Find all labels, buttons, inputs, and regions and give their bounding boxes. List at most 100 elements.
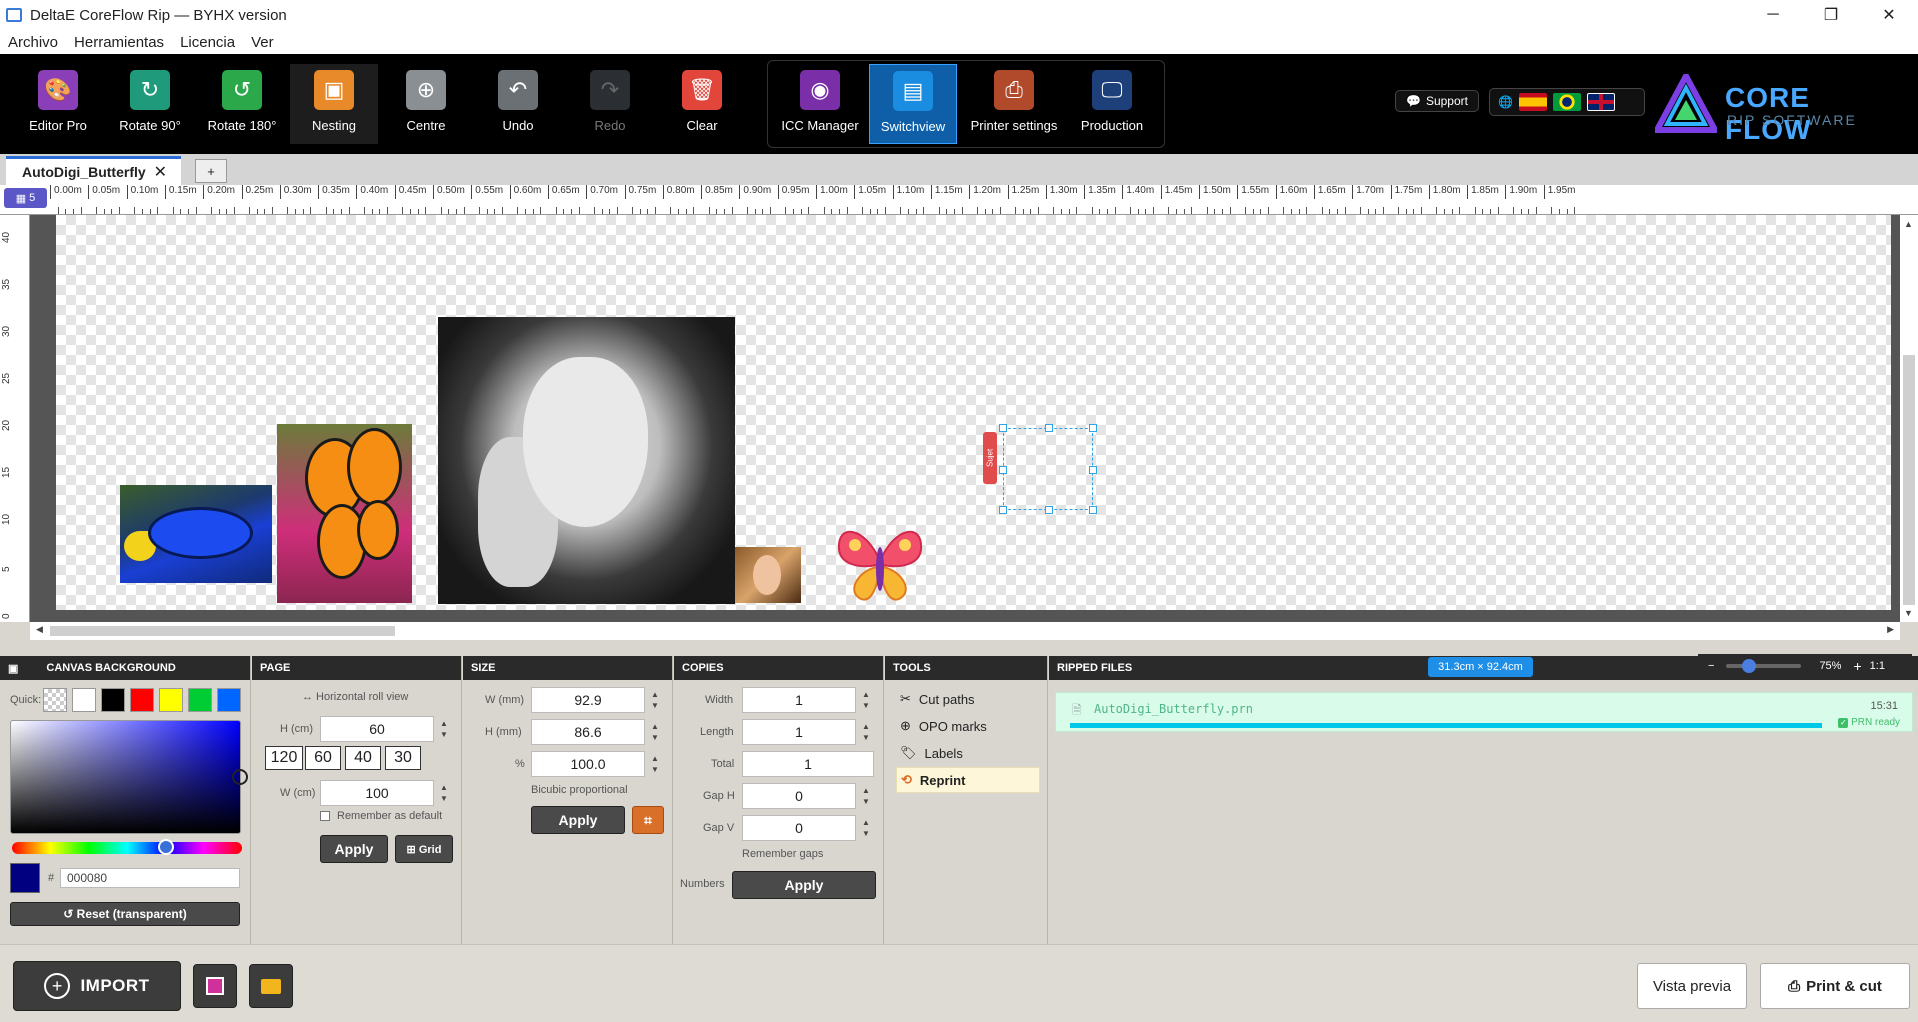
grid-button[interactable]: ⊞ Grid <box>395 835 453 863</box>
preset-120-button[interactable]: 120 <box>265 746 303 770</box>
selection-tag[interactable]: Sujet <box>983 432 997 484</box>
horizontal-scrollbar[interactable]: ◀ ▶ <box>30 622 1900 640</box>
tab-autodigi-butterfly[interactable]: AutoDigi_Butterfly ✕ <box>6 156 181 185</box>
gap-h-input[interactable]: 0 <box>742 783 856 809</box>
preview-button[interactable]: Vista previa <box>1637 963 1747 1009</box>
gap-h-stepper[interactable]: ▲ ▼ <box>860 783 872 809</box>
copies-length-input[interactable]: 1 <box>742 719 856 745</box>
print-and-cut-button[interactable]: ⎙ Print & cut <box>1760 963 1910 1009</box>
cut-paths-tool[interactable]: ✂ Cut paths <box>896 686 1040 712</box>
size-percent-input[interactable]: 100.0 <box>531 751 645 777</box>
size-apply-button[interactable]: Apply <box>531 806 625 834</box>
preset-60-button[interactable]: 60 <box>305 746 341 770</box>
ruler-badge[interactable]: ▦ 5 <box>4 188 47 208</box>
close-window-button[interactable]: ✕ <box>1860 0 1918 30</box>
size-width-stepper[interactable]: ▲ ▼ <box>649 687 661 713</box>
swatch-red[interactable] <box>130 688 154 712</box>
centre-button[interactable]: ⊕ Centre <box>382 64 470 144</box>
resize-handle[interactable] <box>999 506 1007 514</box>
menu-ver[interactable]: Ver <box>251 34 274 51</box>
zoom-slider[interactable] <box>1726 659 1802 673</box>
reset-transparent-button[interactable]: ↺ Reset (transparent) <box>10 902 240 926</box>
minimize-button[interactable]: ─ <box>1744 0 1802 30</box>
swatch-yellow[interactable] <box>159 688 183 712</box>
swatch-white[interactable] <box>72 688 96 712</box>
rotate-180-button[interactable]: ↺ Rotate 180° <box>198 64 286 144</box>
copies-apply-button[interactable]: Apply <box>732 871 876 899</box>
page-apply-button[interactable]: Apply <box>320 835 388 863</box>
size-width-input[interactable]: 92.9 <box>531 687 645 713</box>
color-picker-cursor[interactable] <box>232 769 248 785</box>
copies-width-stepper[interactable]: ▲ ▼ <box>860 687 872 713</box>
preset-30-button[interactable]: 30 <box>385 746 421 770</box>
spain-flag-icon[interactable] <box>1518 93 1547 111</box>
copies-width-input[interactable]: 1 <box>742 687 856 713</box>
crop-button[interactable]: ⌗ <box>632 806 664 834</box>
page-height-stepper[interactable]: ▲ ▼ <box>438 716 450 742</box>
uk-flag-icon[interactable] <box>1586 93 1615 111</box>
gap-v-stepper[interactable]: ▲ ▼ <box>860 815 872 841</box>
hex-color-input[interactable]: 000080 <box>60 868 240 888</box>
production-button[interactable]: 🖵 Production <box>1068 64 1156 144</box>
import-button[interactable]: + IMPORT <box>13 961 181 1011</box>
resize-handle[interactable] <box>1089 466 1097 474</box>
zoom-out-button[interactable]: − <box>1708 660 1714 672</box>
printer-settings-button[interactable]: ⎙ Printer settings <box>969 64 1059 144</box>
blue-tang-fish-image[interactable] <box>120 485 272 583</box>
rotate-90-button[interactable]: ↻ Rotate 90° <box>106 64 194 144</box>
resize-handle[interactable] <box>999 466 1007 474</box>
menu-herramientas[interactable]: Herramientas <box>74 34 164 51</box>
hue-slider[interactable] <box>12 839 242 855</box>
size-percent-stepper[interactable]: ▲ ▼ <box>649 751 661 777</box>
resize-handle[interactable] <box>999 424 1007 432</box>
vertical-scroll-thumb[interactable] <box>1903 355 1915 605</box>
copies-length-stepper[interactable]: ▲ ▼ <box>860 719 872 745</box>
swatch-black[interactable] <box>101 688 125 712</box>
size-height-input[interactable]: 86.6 <box>531 719 645 745</box>
opo-marks-tool[interactable]: ⊕ OPO marks <box>896 713 1040 739</box>
open-folder-button[interactable] <box>249 964 293 1008</box>
monarch-butterfly-image[interactable] <box>277 424 412 603</box>
menu-licencia[interactable]: Licencia <box>180 34 235 51</box>
resize-handle[interactable] <box>1045 424 1053 432</box>
zoom-slider-thumb[interactable] <box>1741 659 1756 673</box>
close-tab-icon[interactable]: ✕ <box>154 162 167 182</box>
add-tab-button[interactable]: + <box>195 159 227 183</box>
nesting-button[interactable]: ▣ Nesting <box>290 64 378 144</box>
switchview-button[interactable]: ▤ Switchview <box>869 64 957 144</box>
zoom-1to1-button[interactable]: 1:1 <box>1870 660 1885 672</box>
swatch-green[interactable] <box>188 688 212 712</box>
selection-box[interactable] <box>999 424 1097 514</box>
horizontal-scroll-thumb[interactable] <box>50 626 395 636</box>
menu-archivo[interactable]: Archivo <box>8 34 58 51</box>
saturation-value-picker[interactable] <box>10 720 248 834</box>
swatch-blue[interactable] <box>217 688 241 712</box>
size-height-stepper[interactable]: ▲ ▼ <box>649 719 661 745</box>
remember-default-checkbox[interactable] <box>320 811 330 821</box>
clear-button[interactable]: 🗑 Clear <box>658 64 746 144</box>
woman-portrait-image[interactable] <box>438 317 735 604</box>
page-width-input[interactable]: 100 <box>320 780 434 806</box>
woman-photo-small-image[interactable] <box>735 547 801 603</box>
zoom-in-button[interactable]: + <box>1853 658 1861 674</box>
page-width-stepper[interactable]: ▲ ▼ <box>438 780 450 806</box>
resize-handle[interactable] <box>1089 506 1097 514</box>
undo-button[interactable]: ↶ Undo <box>474 64 562 144</box>
labels-tool[interactable]: 🏷 Labels <box>896 740 1040 766</box>
vertical-scrollbar[interactable]: ▲ ▼ <box>1900 215 1918 622</box>
save-button[interactable] <box>193 964 237 1008</box>
ripped-file-row[interactable]: 🗎 AutoDigi_Butterfly.prn 15:31 ✓ PRN rea… <box>1055 692 1913 732</box>
hue-slider-thumb[interactable] <box>158 839 174 855</box>
gap-v-input[interactable]: 0 <box>742 815 856 841</box>
redo-button[interactable]: ↷ Redo <box>566 64 654 144</box>
resize-handle[interactable] <box>1045 506 1053 514</box>
support-button[interactable]: 💬 Support <box>1395 90 1479 112</box>
brazil-flag-icon[interactable] <box>1552 93 1581 111</box>
restore-button[interactable]: ❐ <box>1802 0 1860 30</box>
resize-handle[interactable] <box>1089 424 1097 432</box>
reprint-tool[interactable]: ⟲ Reprint <box>896 767 1040 793</box>
swatch-transparent[interactable] <box>43 688 67 712</box>
preset-40-button[interactable]: 40 <box>345 746 381 770</box>
icc-manager-button[interactable]: ◉ ICC Manager <box>776 64 864 144</box>
page-height-input[interactable]: 60 <box>320 716 434 742</box>
